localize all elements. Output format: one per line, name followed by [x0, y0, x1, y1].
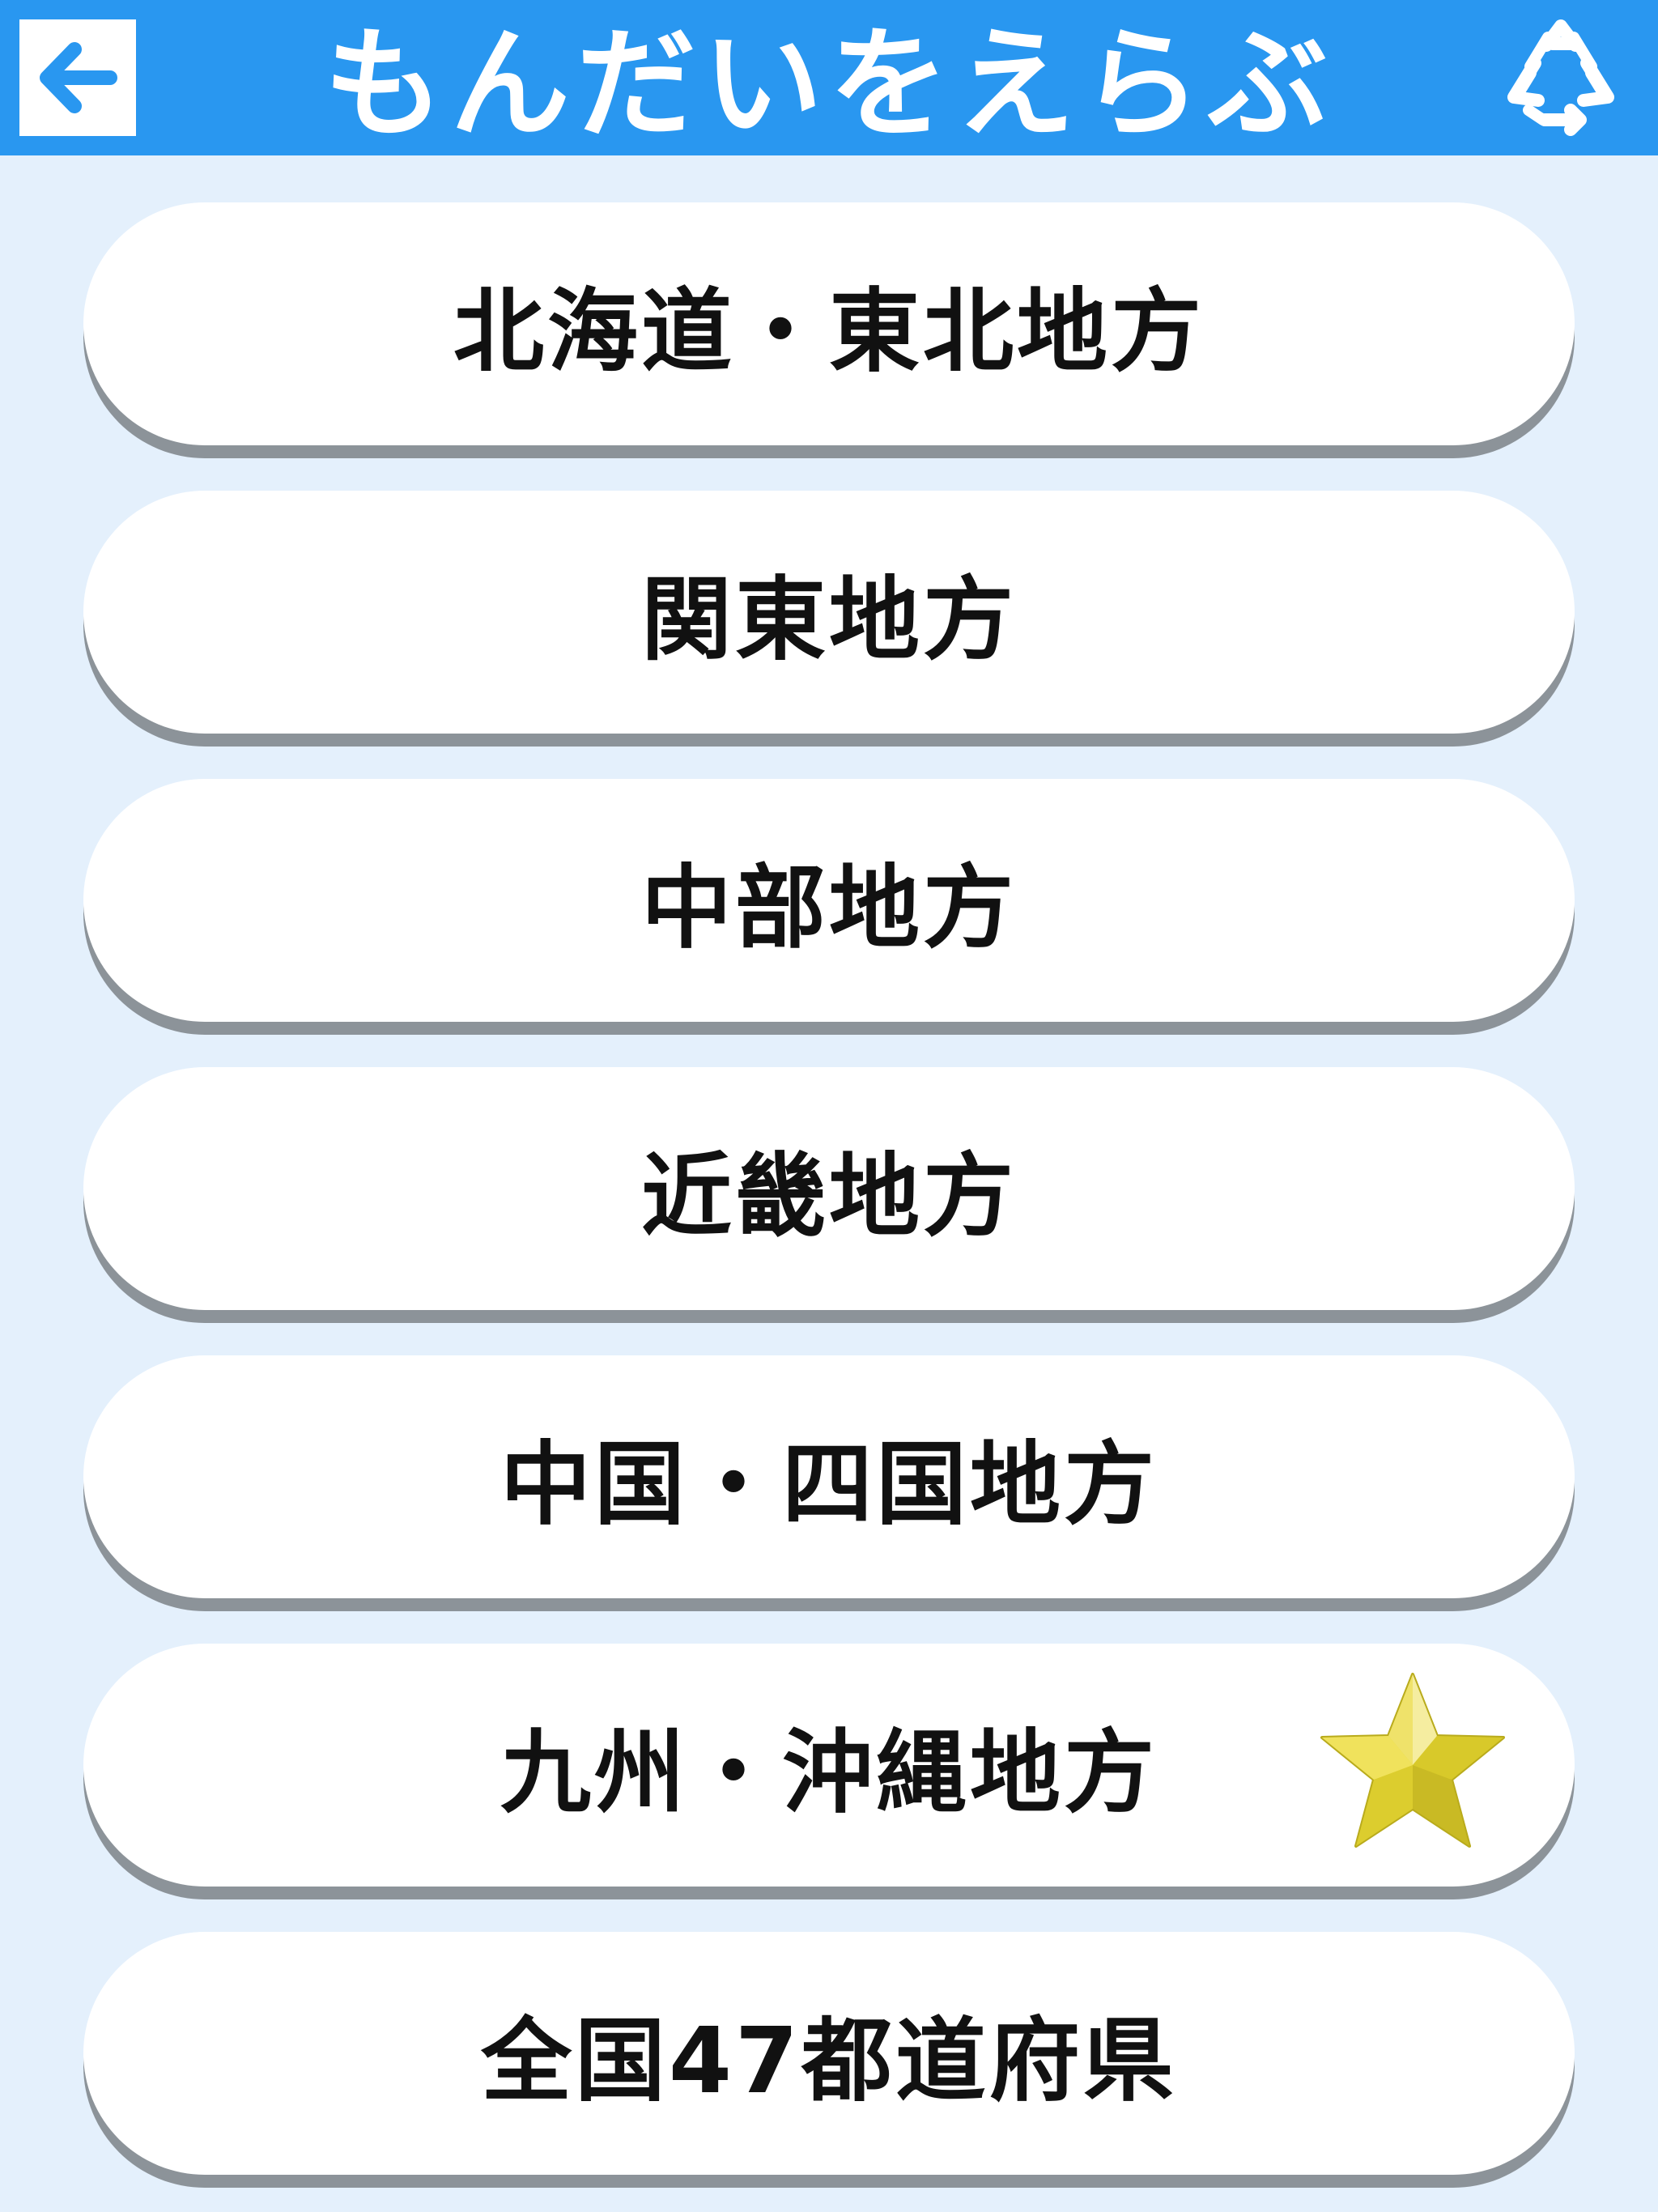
page-title: もんだいをえらぶ [324, 14, 1334, 154]
menu-button-kyushu-okinawa[interactable]: 九州・沖縄地方 [83, 1644, 1575, 1887]
header-bar: もんだいをえらぶ [0, 0, 1658, 155]
menu-label: 全国47都道府県 [481, 2009, 1177, 2114]
star-icon [1320, 1673, 1505, 1848]
menu-label: 中国・四国地方 [500, 1432, 1158, 1538]
menu-button-all-prefectures[interactable]: 全国47都道府県 [83, 1932, 1575, 2175]
menu-button-kinki[interactable]: 近畿地方 [83, 1067, 1575, 1310]
menu-label: 中部地方 [641, 856, 1017, 961]
menu-button-chubu[interactable]: 中部地方 [83, 779, 1575, 1022]
recycle-icon [1507, 19, 1614, 136]
menu-label: 北海道・東北地方 [453, 279, 1205, 385]
back-button[interactable] [19, 19, 136, 136]
menu-label: 九州・沖縄地方 [500, 1721, 1158, 1826]
menu-button-hokkaido-tohoku[interactable]: 北海道・東北地方 [83, 202, 1575, 445]
reset-button[interactable] [1496, 13, 1626, 143]
menu-label: 近畿地方 [641, 1144, 1017, 1249]
menu-label: 関東地方 [641, 568, 1017, 673]
arrow-left-icon [40, 42, 117, 113]
menu-button-chugoku-shikoku[interactable]: 中国・四国地方 [83, 1355, 1575, 1598]
menu-button-kanto[interactable]: 関東地方 [83, 491, 1575, 734]
